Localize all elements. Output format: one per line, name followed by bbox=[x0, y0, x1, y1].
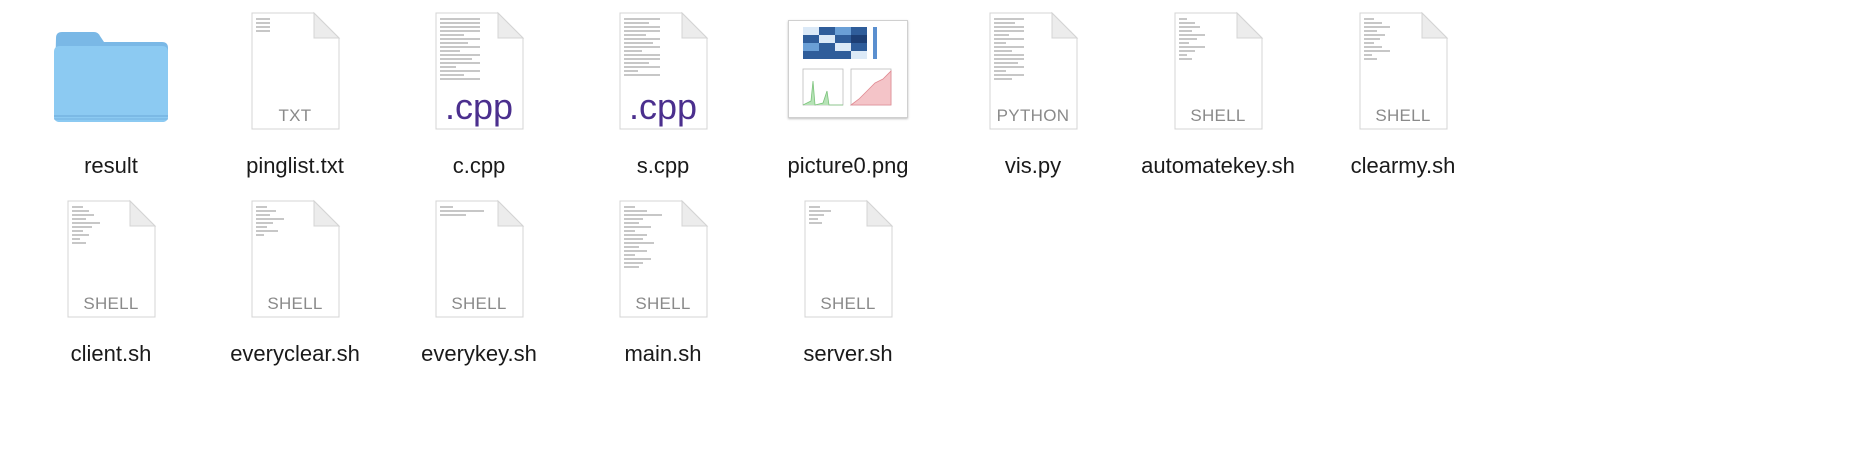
file-type-label: SHELL bbox=[820, 294, 876, 313]
shell-document-icon: SHELL bbox=[1356, 10, 1450, 132]
file-name: clearmy.sh bbox=[1350, 153, 1456, 178]
file-name: everyclear.sh bbox=[230, 341, 360, 366]
shell-document-icon: SHELL bbox=[801, 198, 895, 320]
file-type-label: SHELL bbox=[267, 294, 323, 313]
shell-document-icon: SHELL bbox=[248, 198, 342, 320]
cpp-document-icon: .cpp bbox=[432, 10, 526, 132]
file-name: pinglist.txt bbox=[246, 153, 344, 178]
python-document-icon: PYTHON bbox=[986, 10, 1080, 132]
file-type-label: SHELL bbox=[83, 294, 139, 313]
file-item-clearmy[interactable]: SHELL clearmy.sh bbox=[1308, 0, 1498, 220]
cpp-document-icon: .cpp bbox=[616, 10, 710, 132]
file-type-label: SHELL bbox=[1190, 106, 1246, 125]
file-item-server[interactable]: SHELL server.sh bbox=[753, 188, 943, 408]
file-type-label: .cpp bbox=[628, 86, 698, 127]
shell-document-icon: SHELL bbox=[64, 198, 158, 320]
file-name: result bbox=[84, 153, 138, 178]
file-item-everyclear[interactable]: SHELL everyclear.sh bbox=[200, 188, 390, 408]
file-name: main.sh bbox=[624, 341, 702, 366]
shell-document-icon: SHELL bbox=[432, 198, 526, 320]
file-item-vis-py[interactable]: PYTHON vis.py bbox=[938, 0, 1128, 220]
file-name: client.sh bbox=[70, 341, 152, 366]
file-type-label: PYTHON bbox=[996, 106, 1070, 125]
file-item-result[interactable]: result bbox=[16, 0, 206, 220]
file-item-picture0[interactable]: picture0.png bbox=[753, 0, 943, 220]
shell-document-icon: SHELL bbox=[616, 198, 710, 320]
file-name: everykey.sh bbox=[421, 341, 537, 366]
file-item-pinglist[interactable]: TXT pinglist.txt bbox=[200, 0, 390, 220]
shell-document-icon: SHELL bbox=[1171, 10, 1265, 132]
file-name: vis.py bbox=[1004, 153, 1062, 178]
file-item-main[interactable]: SHELL main.sh bbox=[568, 188, 758, 408]
file-type-label: .cpp bbox=[444, 86, 514, 127]
file-item-s-cpp[interactable]: .cpp s.cpp bbox=[568, 0, 758, 220]
file-grid: result TXT pinglist.txt .cpp c.cpp .cpp … bbox=[0, 0, 1866, 476]
folder-icon bbox=[50, 30, 172, 126]
file-type-label: SHELL bbox=[1375, 106, 1431, 125]
file-item-c-cpp[interactable]: .cpp c.cpp bbox=[384, 0, 574, 220]
file-type-label: SHELL bbox=[451, 294, 507, 313]
file-item-automatekey[interactable]: SHELL automatekey.sh bbox=[1123, 0, 1313, 220]
file-type-label: SHELL bbox=[635, 294, 691, 313]
file-name: server.sh bbox=[803, 341, 893, 366]
file-name: c.cpp bbox=[452, 153, 506, 178]
file-name: picture0.png bbox=[787, 153, 909, 178]
file-item-everykey[interactable]: SHELL everykey.sh bbox=[384, 188, 574, 408]
file-type-label: TXT bbox=[278, 106, 312, 125]
file-name: s.cpp bbox=[636, 153, 690, 178]
image-thumbnail-icon bbox=[788, 20, 908, 118]
text-document-icon: TXT bbox=[248, 10, 342, 132]
file-item-client[interactable]: SHELL client.sh bbox=[16, 188, 206, 408]
file-name: automatekey.sh bbox=[1141, 153, 1295, 178]
